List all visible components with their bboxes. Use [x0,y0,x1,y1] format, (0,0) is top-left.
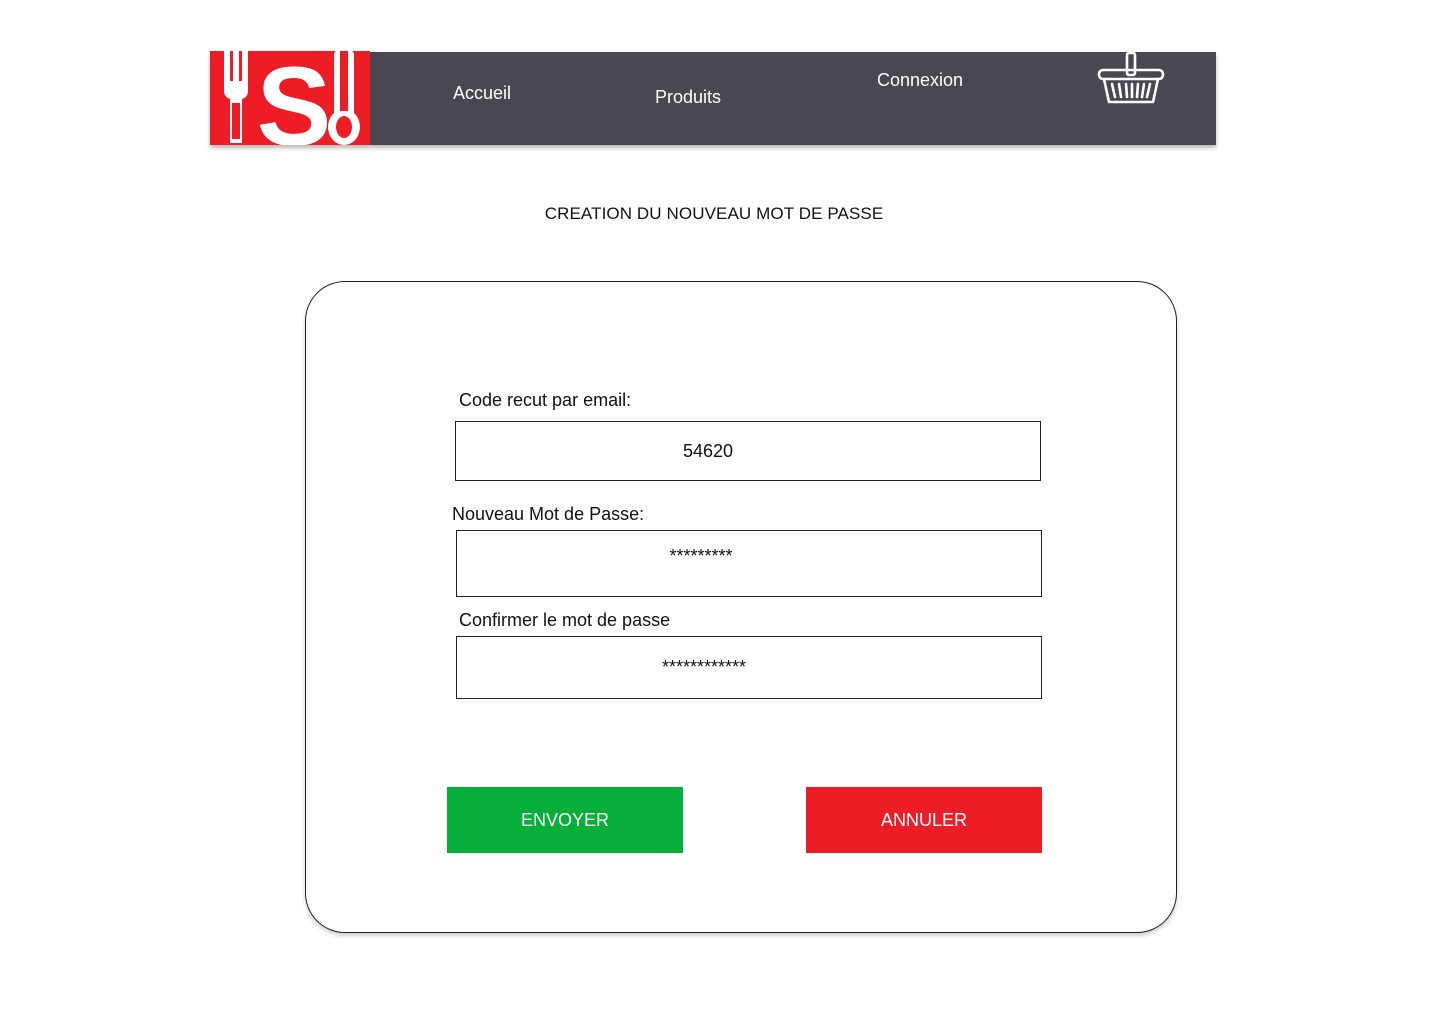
page-title: CREATION DU NOUVEAU MOT DE PASSE [544,204,884,223]
confirm-password-label: Confirmer le mot de passe [459,610,671,630]
nav-login-link[interactable]: Connexion [877,70,963,91]
send-button[interactable]: ENVOYER [447,787,683,853]
nav-products-link[interactable]: Produits [655,87,721,108]
restaurant-logo-icon[interactable]: S [210,51,370,145]
new-password-input[interactable] [456,530,1042,597]
cancel-button[interactable]: ANNULER [806,787,1042,853]
code-input[interactable] [455,421,1041,481]
svg-text:S: S [257,51,332,145]
confirm-password-input[interactable] [456,636,1042,699]
code-label: Code recut par email: [459,390,632,410]
page: S Accueil Produits Connexion CREATION DU… [0,0,1440,1024]
header-bar: S Accueil Produits Connexion [210,51,1216,145]
nav-home-link[interactable]: Accueil [453,83,511,104]
password-form-card [305,281,1177,933]
new-password-label: Nouveau Mot de Passe: [452,504,645,524]
shopping-basket-icon[interactable] [1097,51,1165,108]
